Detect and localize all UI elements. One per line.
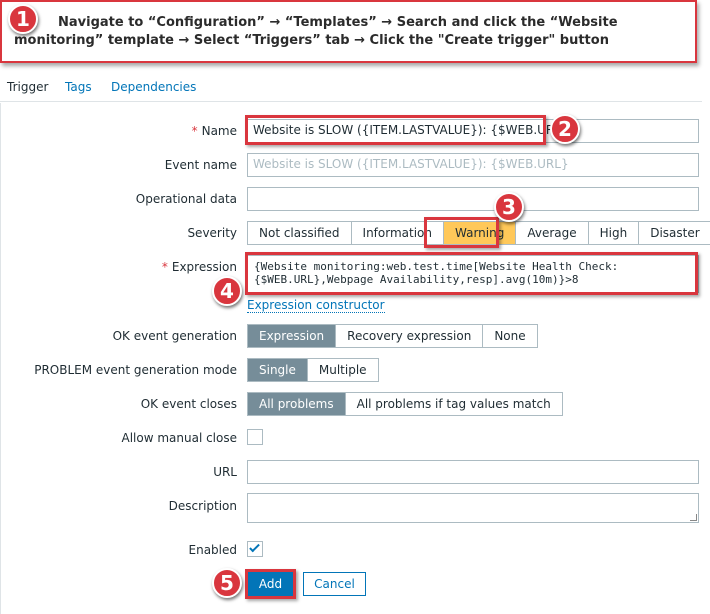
- severity-warning[interactable]: Warning: [443, 222, 516, 244]
- operational-data-input[interactable]: [247, 187, 699, 211]
- step-1-badge: 1: [8, 4, 38, 34]
- event-name-input[interactable]: Website is SLOW ({ITEM.LASTVALUE}): {$WE…: [247, 153, 699, 177]
- step-3-badge: 3: [494, 192, 524, 222]
- severity-disaster[interactable]: Disaster: [638, 222, 710, 244]
- allow-manual-close-checkbox[interactable]: [247, 429, 263, 445]
- ok-generation-recovery-expression[interactable]: Recovery expression: [335, 325, 482, 347]
- ok-event-closes-label: OK event closes: [140, 397, 237, 411]
- severity-information[interactable]: Information: [350, 222, 443, 244]
- ok-generation-none[interactable]: None: [482, 325, 536, 347]
- url-input[interactable]: [247, 460, 699, 484]
- add-button[interactable]: Add: [248, 572, 293, 596]
- ok-generation-expression[interactable]: Expression: [248, 325, 336, 347]
- ok-event-generation-label: OK event generation: [112, 329, 237, 343]
- mode-single[interactable]: Single: [248, 359, 307, 381]
- cancel-button[interactable]: Cancel: [303, 572, 366, 596]
- ok-event-generation-selector: Expression Recovery expression None: [247, 324, 538, 348]
- severity-label: Severity: [187, 226, 237, 240]
- step-4-badge: 4: [212, 276, 242, 306]
- checkmark-icon: [249, 541, 260, 553]
- instruction-banner: Navigate to “Configuration” → “Templates…: [0, 0, 697, 63]
- mode-multiple[interactable]: Multiple: [306, 359, 378, 381]
- enabled-checkbox[interactable]: [247, 541, 263, 557]
- form-tabs: Trigger Tags Dependencies: [0, 72, 702, 106]
- name-label: * Name: [191, 124, 237, 138]
- ok-event-closes-selector: All problems All problems if tag values …: [247, 392, 563, 416]
- problem-generation-mode-label: PROBLEM event generation mode: [34, 363, 237, 377]
- name-input[interactable]: Website is SLOW ({ITEM.LASTVALUE}): {$WE…: [247, 119, 699, 143]
- instruction-text: Navigate to “Configuration” → “Templates…: [14, 15, 618, 48]
- resize-handle-icon[interactable]: [690, 514, 697, 521]
- severity-average[interactable]: Average: [515, 222, 587, 244]
- operational-data-label: Operational data: [135, 192, 237, 206]
- expression-textarea[interactable]: {Website monitoring:web.test.time[Websit…: [247, 255, 699, 293]
- description-label: Description: [168, 499, 237, 513]
- tab-dependencies[interactable]: Dependencies: [111, 80, 196, 94]
- severity-selector: Not classified Information Warning Avera…: [247, 221, 710, 245]
- tab-tags[interactable]: Tags: [65, 80, 92, 94]
- closes-all-problems-if-tag-match[interactable]: All problems if tag values match: [344, 393, 562, 415]
- allow-manual-close-label: Allow manual close: [121, 431, 237, 445]
- enabled-label: Enabled: [188, 543, 238, 557]
- step-5-badge: 5: [212, 568, 242, 598]
- url-label: URL: [213, 465, 237, 479]
- step-2-badge: 2: [550, 114, 580, 144]
- event-name-label: Event name: [164, 158, 237, 172]
- severity-high[interactable]: High: [587, 222, 639, 244]
- description-textarea[interactable]: [247, 493, 699, 523]
- problem-generation-mode-selector: Single Multiple: [247, 358, 379, 382]
- expression-constructor-link[interactable]: Expression constructor: [247, 298, 385, 313]
- expression-label: * Expression: [161, 260, 237, 274]
- severity-not-classified[interactable]: Not classified: [248, 222, 351, 244]
- closes-all-problems[interactable]: All problems: [248, 393, 345, 415]
